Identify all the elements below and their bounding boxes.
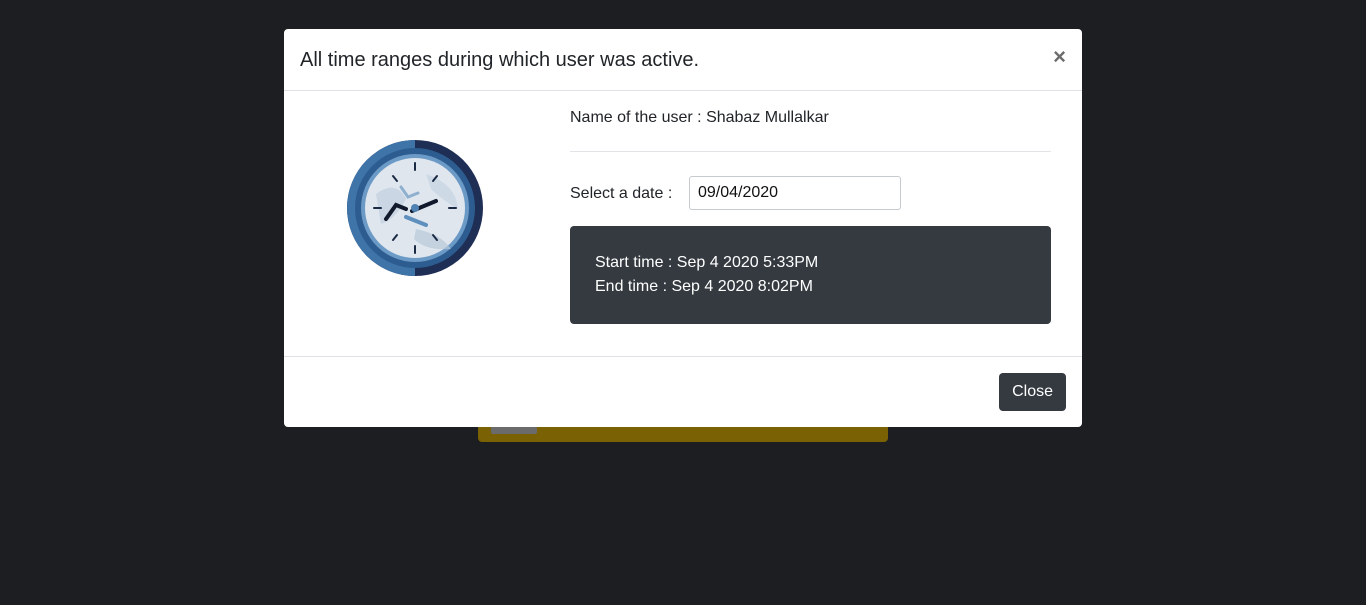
clock-icon [346,139,484,277]
end-time-text: End time : Sep 4 2020 8:02PM [595,278,813,295]
user-name-text: Name of the user : Shabaz Mullalkar [570,109,829,126]
date-label: Select a date : [570,185,673,202]
modal-body: Name of the user : Shabaz Mullalkar Sele… [284,91,1082,357]
close-icon[interactable]: × [1053,43,1066,71]
time-range-box: Start time : Sep 4 2020 5:33PM End time … [570,226,1051,324]
modal-header: All time ranges during which user was ac… [284,29,1082,91]
modal-title: All time ranges during which user was ac… [300,49,700,71]
activity-modal: All time ranges during which user was ac… [284,29,1082,427]
date-input[interactable] [689,176,901,210]
divider [570,151,1051,152]
close-button[interactable]: Close [999,373,1066,411]
modal-footer: Close [284,356,1082,427]
start-time-text: Start time : Sep 4 2020 5:33PM [595,254,819,271]
